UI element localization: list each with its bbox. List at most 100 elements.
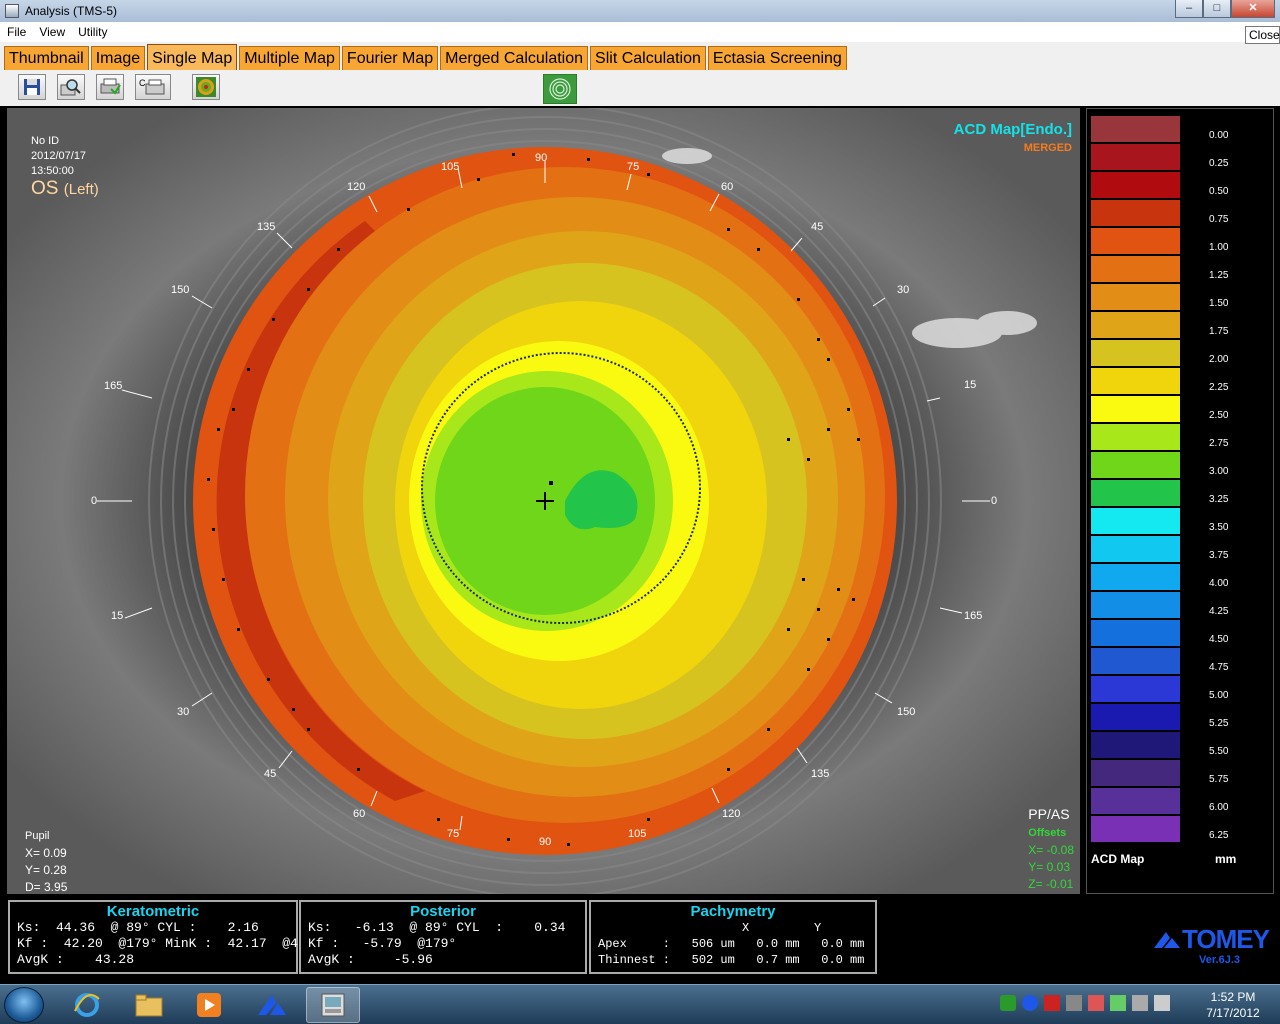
- scale-swatch: [1091, 732, 1180, 759]
- scale-swatch: [1091, 172, 1180, 199]
- scale-swatch: [1091, 228, 1180, 255]
- axis-label-135-bottom: 135: [811, 768, 830, 780]
- scale-value: 4.75: [1209, 662, 1229, 673]
- patient-info: No ID 2012/07/17 13:50:00 OS (Left): [31, 134, 99, 199]
- axis-label-30-bottom: 30: [177, 706, 190, 718]
- scale-swatch: [1091, 424, 1180, 451]
- scale-step: 0.25: [1091, 144, 1271, 171]
- tray-speaker-icon[interactable]: [1088, 995, 1104, 1011]
- scale-step: 0.75: [1091, 200, 1271, 227]
- offset-x: X= -0.08: [1028, 843, 1074, 857]
- eye-code: OS: [31, 178, 59, 199]
- scale-value: 5.25: [1209, 718, 1229, 729]
- posterior-line-kf: Kf : -5.79 @179°: [308, 936, 457, 951]
- keratometric-title: Keratometric: [106, 903, 200, 920]
- system-tray: [1000, 995, 1170, 1011]
- scale-step: 1.50: [1091, 284, 1271, 311]
- scale-step: 0.00: [1091, 116, 1271, 143]
- eye-image-button[interactable]: [192, 74, 220, 100]
- axis-label-0-left: 0: [91, 495, 98, 507]
- scale-swatch: [1091, 620, 1180, 647]
- tray-check-icon[interactable]: [1000, 995, 1016, 1011]
- taskbar-explorer[interactable]: [122, 987, 176, 1023]
- axis-label-120-top: 120: [347, 181, 366, 193]
- scale-step: 1.25: [1091, 256, 1271, 283]
- posterior-line-ks: Ks: -6.13 @ 89° CYL : 0.34: [308, 920, 566, 935]
- tab-fourier-map[interactable]: Fourier Map: [341, 46, 439, 70]
- tray-power-icon[interactable]: [1132, 995, 1148, 1011]
- start-button[interactable]: [4, 987, 44, 1023]
- scale-value: 1.00: [1209, 242, 1229, 253]
- tab-image[interactable]: Image: [90, 46, 146, 70]
- scale-step: 3.00: [1091, 452, 1271, 479]
- scale-step: 6.00: [1091, 788, 1271, 815]
- tray-flag-icon[interactable]: [1044, 995, 1060, 1011]
- tab-thumbnail[interactable]: Thumbnail: [4, 46, 89, 70]
- scale-unit: mm: [1215, 852, 1237, 866]
- taskbar-tomey[interactable]: [244, 987, 298, 1023]
- scale-swatch: [1091, 396, 1180, 423]
- tab-ectasia-screening[interactable]: Ectasia Screening: [707, 46, 847, 70]
- tab-single-map[interactable]: Single Map: [147, 44, 238, 70]
- axis-label-75-bottom: 75: [447, 828, 460, 840]
- tab-merged-calculation[interactable]: Merged Calculation: [440, 46, 589, 70]
- print-button[interactable]: [96, 74, 124, 100]
- axis-label-15-left: 15: [111, 610, 124, 622]
- taskbar-media-player[interactable]: [182, 987, 236, 1023]
- brand-name: TOMEY: [1182, 924, 1270, 954]
- scale-value: 0.75: [1209, 214, 1229, 225]
- tray-volume-icon[interactable]: [1154, 995, 1170, 1011]
- contour-map-button[interactable]: [543, 74, 577, 104]
- folder-icon: [135, 994, 163, 1017]
- close-tooltip: Close: [1245, 26, 1280, 44]
- scale-swatch: [1091, 116, 1180, 143]
- save-icon: [24, 79, 40, 95]
- tray-network-icon[interactable]: [1110, 995, 1126, 1011]
- map-panel: 90 75 60 45 30 15 0 165 150 135 120 105 …: [7, 108, 1080, 894]
- acd-map-graphic[interactable]: [7, 108, 1080, 894]
- zoom-button[interactable]: [57, 74, 85, 100]
- menu-utility[interactable]: Utility: [78, 25, 107, 39]
- menu-file[interactable]: File: [7, 25, 26, 39]
- tomey-mark-icon: [1154, 932, 1180, 948]
- scale-step: 5.75: [1091, 760, 1271, 787]
- scale-value: 3.00: [1209, 466, 1229, 477]
- export-button[interactable]: C: [135, 74, 171, 100]
- scale-step: 5.50: [1091, 732, 1271, 759]
- tab-multiple-map[interactable]: Multiple Map: [239, 46, 340, 70]
- keratometric-line-ks: Ks: 44.36 @ 89° CYL : 2.16: [17, 920, 259, 935]
- color-scale-panel[interactable]: 0.00 0.25 0.50 0.75 1.00 1.25 1.50 1.75 2.00 2.25…: [1086, 108, 1274, 894]
- posterior-line-avgk: AvgK : -5.96: [308, 952, 433, 967]
- pupil-info: Pupil X= 0.09 Y= 0.28 D= 3.95: [25, 828, 67, 894]
- taskbar-analysis-window[interactable]: [306, 987, 360, 1023]
- posterior-title: Posterior: [410, 903, 476, 920]
- taskbar-internet-explorer[interactable]: [60, 987, 114, 1023]
- exam-date: 2012/07/17: [31, 150, 87, 162]
- tray-display-icon[interactable]: [1066, 995, 1082, 1011]
- scale-value: 5.50: [1209, 746, 1229, 757]
- scale-swatch: [1091, 284, 1180, 311]
- tray-tomey-icon[interactable]: [1022, 995, 1038, 1011]
- tab-bar: Thumbnail Image Single Map Multiple Map …: [0, 42, 1280, 70]
- close-button[interactable]: ✕: [1231, 0, 1275, 18]
- map-title: ACD Map[Endo.]: [953, 121, 1072, 138]
- taskbar-clock[interactable]: 1:52 PM 7/17/2012: [1195, 989, 1271, 1021]
- axis-label-45-bottom: 45: [264, 768, 277, 780]
- scale-step: 5.00: [1091, 676, 1271, 703]
- scale-step: 2.75: [1091, 424, 1271, 451]
- scale-step: 2.50: [1091, 396, 1271, 423]
- menu-view[interactable]: View: [39, 25, 65, 39]
- print-icon: [100, 78, 121, 95]
- pachymetry-apex-row: Apex : 506 um 0.0 mm 0.0 mm: [598, 937, 865, 951]
- pupil-header: Pupil: [25, 830, 50, 842]
- posterior-box: Posterior Ks: -6.13 @ 89° CYL : 0.34 Kf …: [299, 900, 587, 974]
- pachymetry-header-row: X Y: [598, 921, 822, 935]
- save-button[interactable]: [18, 74, 46, 100]
- axis-label-105-bottom: 105: [628, 828, 647, 840]
- tab-slit-calculation[interactable]: Slit Calculation: [590, 46, 706, 70]
- minimize-button[interactable]: –: [1175, 0, 1203, 18]
- maximize-button[interactable]: □: [1203, 0, 1231, 18]
- software-version: Ver.6J.3: [1199, 954, 1240, 966]
- scale-value: 4.25: [1209, 606, 1229, 617]
- scale-value: 4.50: [1209, 634, 1229, 645]
